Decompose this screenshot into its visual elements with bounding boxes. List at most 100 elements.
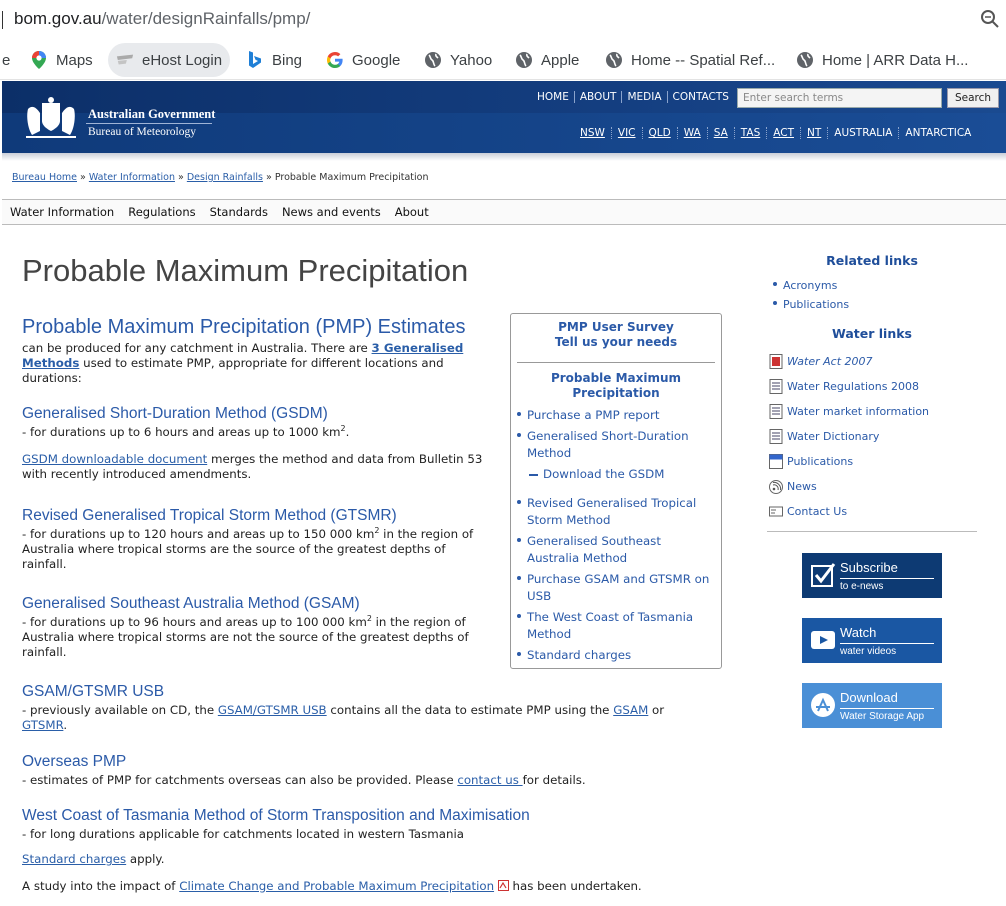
state-antarctica[interactable]: ANTARCTICA bbox=[899, 127, 977, 139]
link-water-regulations[interactable]: Water Regulations 2008 bbox=[769, 374, 977, 399]
state-sa[interactable]: SA bbox=[708, 127, 735, 139]
bookmark-label: Google bbox=[352, 51, 401, 69]
bookmark-arr-data[interactable]: Home | ARR Data H... bbox=[788, 43, 976, 77]
link-publications[interactable]: Publications bbox=[773, 295, 977, 314]
link-download-gsdm[interactable]: Download the GSDM bbox=[527, 466, 715, 483]
link-water-dictionary[interactable]: Water Dictionary bbox=[769, 424, 977, 449]
link-gtsmr[interactable]: Revised Generalised Tropical Storm Metho… bbox=[517, 495, 715, 529]
bookmark-apple[interactable]: Apple bbox=[507, 43, 587, 77]
link-water-market[interactable]: Water market information bbox=[769, 399, 977, 424]
bookmark-label: Home | ARR Data H... bbox=[822, 51, 969, 69]
contact-us-link[interactable]: contact us bbox=[457, 773, 522, 787]
crumb-design[interactable]: Design Rainfalls bbox=[187, 172, 263, 183]
state-australia[interactable]: AUSTRALIA bbox=[828, 127, 900, 139]
download-app-button[interactable]: Download Water Storage App bbox=[802, 683, 942, 728]
text: for details. bbox=[522, 773, 586, 787]
intro-text: can be produced for any catchment in Aus… bbox=[22, 341, 492, 386]
nav-media[interactable]: MEDIA bbox=[622, 91, 668, 103]
standard-charges-link[interactable]: Standard charges bbox=[22, 852, 126, 866]
section-menu: Water Information Regulations Standards … bbox=[2, 199, 1006, 225]
link-purchase-usb[interactable]: Purchase GSAM and GTSMR on USB bbox=[517, 571, 715, 605]
link-water-act[interactable]: Water Act 2007 bbox=[769, 349, 977, 374]
bookmark-maps[interactable]: Maps bbox=[22, 43, 101, 77]
crumb-home[interactable]: Bureau Home bbox=[12, 172, 77, 183]
link-standard-charges[interactable]: Standard charges bbox=[517, 647, 715, 664]
address-bar[interactable]: bom.gov.au/water/designRainfalls/pmp/ bbox=[0, 0, 1006, 40]
link-water-publications[interactable]: Publications bbox=[769, 449, 977, 474]
gtsmr-link[interactable]: GTSMR bbox=[22, 718, 63, 732]
menu-news-events[interactable]: News and events bbox=[282, 205, 381, 219]
usb-link[interactable]: GSAM/GTSMR USB bbox=[218, 703, 327, 717]
bookmark-yahoo[interactable]: Yahoo bbox=[416, 43, 500, 77]
text: - previously available on CD, the bbox=[22, 703, 218, 717]
bom-logo[interactable]: Australian Government Bureau of Meteorol… bbox=[20, 95, 220, 141]
state-nt[interactable]: NT bbox=[801, 127, 829, 139]
overseas-text: - estimates of PMP for catchments overse… bbox=[22, 773, 712, 788]
gsam-link[interactable]: GSAM bbox=[613, 703, 648, 717]
link-news[interactable]: News bbox=[769, 474, 977, 499]
text: News bbox=[787, 480, 817, 493]
bookmark-spatial-ref[interactable]: Home -- Spatial Ref... bbox=[597, 43, 783, 77]
usb-section: GSAM/GTSMR USB - previously available on… bbox=[22, 682, 712, 745]
crumb-water[interactable]: Water Information bbox=[89, 172, 175, 183]
text: . bbox=[63, 718, 68, 732]
zoom-icon[interactable] bbox=[980, 9, 1000, 29]
link-contact-us[interactable]: Contact Us bbox=[769, 499, 977, 524]
link-purchase-pmp-report[interactable]: Purchase a PMP report bbox=[517, 407, 715, 424]
bookmark-bing[interactable]: Bing bbox=[238, 43, 310, 77]
survey-links: Purchase a PMP report Generalised Short-… bbox=[511, 407, 721, 664]
gsam-text: - for durations up to 96 hours and areas… bbox=[22, 615, 492, 660]
promo-sub: Water Storage App bbox=[840, 708, 934, 722]
promo-title: Download bbox=[840, 690, 898, 705]
state-wa[interactable]: WA bbox=[678, 127, 708, 139]
text: Water Act 2007 bbox=[787, 355, 873, 368]
promo-title: Watch bbox=[840, 625, 877, 640]
bookmark-google[interactable]: Google bbox=[318, 43, 408, 77]
survey-title[interactable]: PMP User Survey Tell us your needs bbox=[511, 320, 721, 350]
url-host: bom.gov.au bbox=[14, 9, 102, 28]
bookmark-label: Home -- Spatial Ref... bbox=[631, 51, 776, 69]
text: . bbox=[345, 425, 350, 439]
gsdm-document-link[interactable]: GSDM downloadable document bbox=[22, 452, 207, 466]
state-act[interactable]: ACT bbox=[767, 127, 801, 139]
subscribe-enews-button[interactable]: Subscribe to e-news bbox=[802, 553, 942, 598]
link-gsdm[interactable]: Generalised Short-Duration Method bbox=[517, 428, 715, 462]
globe-icon bbox=[424, 51, 442, 69]
state-nsw[interactable]: NSW bbox=[574, 127, 612, 139]
bookmark-label: eHost Login bbox=[142, 51, 223, 69]
bookmark-label: e bbox=[2, 51, 11, 69]
document-icon bbox=[769, 429, 783, 444]
link-tasmania-method[interactable]: The West Coast of Tasmania Method bbox=[517, 609, 715, 643]
state-qld[interactable]: QLD bbox=[643, 127, 678, 139]
contact-card-icon bbox=[769, 506, 783, 517]
menu-standards[interactable]: Standards bbox=[210, 205, 268, 219]
state-vic[interactable]: VIC bbox=[612, 127, 643, 139]
watch-videos-button[interactable]: Watch water videos bbox=[802, 618, 942, 663]
bookmark-label: Yahoo bbox=[450, 51, 493, 69]
bookmark-ehost[interactable]: eHost Login bbox=[108, 43, 231, 77]
search-input[interactable]: Enter search terms bbox=[737, 88, 942, 108]
url-text[interactable]: bom.gov.au/water/designRainfalls/pmp/ bbox=[14, 9, 310, 29]
gtsmr-section: Revised Generalised Tropical Storm Metho… bbox=[22, 506, 492, 584]
water-links-heading: Water links bbox=[832, 326, 912, 341]
survey-section-title: Probable Maximum Precipitation bbox=[550, 371, 682, 400]
state-tas[interactable]: TAS bbox=[735, 127, 768, 139]
link-gsam[interactable]: Generalised Southeast Australia Method bbox=[517, 533, 715, 567]
survey-title-2: Tell us your needs bbox=[554, 335, 678, 349]
nav-about[interactable]: ABOUT bbox=[575, 91, 623, 103]
nav-home[interactable]: HOME bbox=[532, 91, 575, 103]
globe-icon bbox=[605, 51, 623, 69]
nav-contacts[interactable]: CONTACTS bbox=[668, 91, 734, 103]
climate-change-link[interactable]: Climate Change and Probable Maximum Prec… bbox=[179, 879, 494, 893]
document-icon bbox=[769, 404, 783, 419]
promo-title: Subscribe bbox=[840, 560, 898, 575]
link-acronyms[interactable]: Acronyms bbox=[773, 276, 977, 295]
menu-water-information[interactable]: Water Information bbox=[10, 205, 114, 219]
related-heading: Related links bbox=[826, 253, 918, 268]
menu-regulations[interactable]: Regulations bbox=[128, 205, 195, 219]
bookmark-partial[interactable]: e bbox=[0, 43, 18, 77]
page-title: Probable Maximum Precipitation bbox=[22, 253, 469, 288]
menu-about[interactable]: About bbox=[395, 205, 429, 219]
bookmark-label: Maps bbox=[56, 51, 93, 69]
search-button[interactable]: Search bbox=[947, 88, 999, 108]
